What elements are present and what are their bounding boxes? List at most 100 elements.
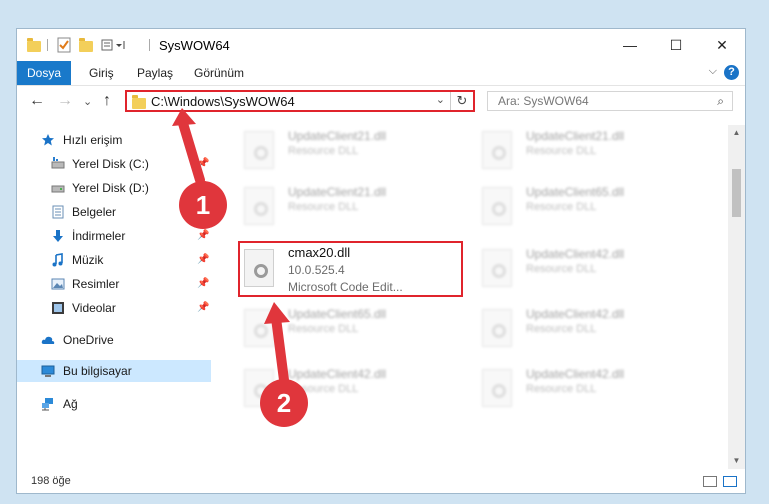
list-item[interactable]: UpdateClient42.dll Resource DLL [240, 363, 460, 417]
scroll-up-icon[interactable]: ▲ [728, 125, 745, 141]
pin-icon: 📌 [197, 206, 210, 217]
sidebar-item-documents[interactable]: Belgeler 📌 [17, 201, 211, 223]
file-name: UpdateClient21.dll [288, 129, 387, 143]
pin-icon: 📌 [197, 158, 210, 169]
file-type: Resource DLL [288, 383, 359, 395]
toolbar-separator [47, 39, 48, 51]
dll-file-icon [482, 131, 512, 169]
sidebar-item-label: İndirmeler [72, 229, 126, 243]
sidebar-item-label: Hızlı erişim [63, 133, 123, 147]
file-type: Resource DLL [288, 201, 359, 213]
tab-file[interactable]: Dosya [17, 61, 71, 85]
maximize-button[interactable]: ☐ [653, 29, 699, 61]
search-icon[interactable]: ⌕ [717, 94, 724, 109]
list-item[interactable]: UpdateClient42.dll Resource DLL [478, 243, 698, 297]
sidebar-item-pictures[interactable]: Resimler 📌 [17, 273, 211, 295]
minimize-button[interactable]: — [607, 29, 653, 61]
file-name: UpdateClient21.dll [526, 129, 625, 143]
dll-file-icon [244, 249, 274, 287]
dll-file-icon [482, 187, 512, 225]
dll-file-icon [244, 187, 274, 225]
up-button[interactable]: ↑ [103, 92, 111, 110]
file-description: Microsoft Code Edit... [288, 280, 403, 294]
drive-icon [51, 185, 65, 193]
scroll-down-icon[interactable]: ▼ [728, 453, 745, 469]
music-icon [52, 253, 63, 267]
list-item[interactable]: UpdateClient65.dll Resource DLL [240, 303, 460, 357]
dll-file-icon [244, 309, 274, 347]
document-icon [52, 205, 64, 219]
item-count: 198 öğe [31, 475, 71, 487]
sidebar-item-network[interactable]: Ağ [17, 393, 211, 415]
close-button[interactable]: ✕ [699, 29, 745, 61]
scroll-thumb[interactable] [732, 169, 741, 217]
refresh-button[interactable]: ↻ [450, 92, 473, 110]
list-item[interactable]: UpdateClient65.dll Resource DLL [478, 181, 698, 235]
file-type: Resource DLL [288, 145, 359, 157]
sidebar-item-label: Müzik [72, 253, 104, 267]
file-type: Resource DLL [526, 383, 597, 395]
selected-file-item[interactable]: cmax20.dll 10.0.525.4 Microsoft Code Edi… [240, 243, 460, 297]
details-view-icon[interactable] [703, 476, 717, 487]
ribbon-tabs: Dosya Giriş Paylaş Görünüm ⌵ ? [17, 61, 745, 86]
properties-icon[interactable] [57, 37, 71, 53]
list-item[interactable]: UpdateClient42.dll Resource DLL [478, 363, 698, 417]
search-input[interactable]: Ara: SysWOW64 [498, 94, 589, 108]
file-type: Resource DLL [526, 145, 597, 157]
ribbon-collapse-icon[interactable]: ⌵ [709, 65, 717, 78]
sidebar-item-music[interactable]: Müzik 📌 [17, 249, 211, 271]
title-bar: SysWOW64 — ☐ ✕ [17, 29, 745, 61]
file-name: UpdateClient65.dll [526, 185, 625, 199]
title-separator [149, 39, 150, 51]
list-item[interactable]: UpdateClient21.dll Resource DLL [478, 125, 698, 179]
sidebar-item-videos[interactable]: Videolar 📌 [17, 297, 211, 319]
sidebar-item-label: Yerel Disk (D:) [72, 181, 149, 195]
sidebar-item-label: Belgeler [72, 205, 117, 219]
address-path[interactable]: C:\Windows\SysWOW64 [151, 94, 295, 109]
large-icons-view-icon[interactable] [723, 476, 737, 487]
dll-file-icon [482, 369, 512, 407]
vertical-scrollbar[interactable]: ▲ ▼ [728, 125, 745, 469]
sidebar-item-label: Videolar [72, 301, 116, 315]
file-type: Resource DLL [526, 263, 597, 275]
file-list: UpdateClient21.dll Resource DLL UpdateCl… [222, 125, 726, 469]
search-box[interactable]: Ara: SysWOW64 ⌕ [487, 91, 733, 111]
download-icon [53, 230, 63, 242]
pin-icon: 📌 [197, 278, 210, 289]
file-version: 10.0.525.4 [288, 263, 345, 277]
forward-button[interactable]: → [57, 92, 73, 110]
file-name: UpdateClient42.dll [526, 307, 625, 321]
tab-share[interactable]: Paylaş [137, 61, 173, 85]
sidebar-item-this-pc[interactable]: Bu bilgisayar [17, 360, 211, 382]
help-icon[interactable]: ? [724, 65, 739, 80]
tab-view[interactable]: Görünüm [194, 61, 244, 85]
sidebar-item-onedrive[interactable]: OneDrive [17, 329, 211, 351]
sidebar-item-quick-access[interactable]: Hızlı erişim [17, 129, 211, 151]
back-button[interactable]: ← [29, 92, 45, 110]
video-icon [52, 302, 64, 314]
dll-file-icon [244, 131, 274, 169]
explorer-window: SysWOW64 — ☐ ✕ Dosya Giriş Paylaş Görünü… [16, 28, 746, 494]
navigation-bar: ← → ⌄ ↑ C:\Windows\SysWOW64 ⌄ ↻ Ara: Sys… [17, 86, 745, 118]
folder-icon [132, 95, 146, 109]
pin-icon: 📌 [197, 230, 210, 241]
sidebar-item-local-disk-c[interactable]: Yerel Disk (C:) 📌 [17, 153, 211, 175]
dll-file-icon [482, 309, 512, 347]
file-name: cmax20.dll [288, 245, 351, 260]
computer-icon [41, 365, 55, 377]
sidebar-item-local-disk-d[interactable]: Yerel Disk (D:) 📌 [17, 177, 211, 199]
address-bar[interactable]: C:\Windows\SysWOW64 ⌄ ↻ [125, 90, 475, 112]
pin-icon: 📌 [197, 254, 210, 265]
list-item[interactable]: UpdateClient21.dll Resource DLL [240, 125, 460, 179]
list-item[interactable]: UpdateClient21.dll Resource DLL [240, 181, 460, 235]
customize-toolbar-icon[interactable] [101, 37, 127, 53]
recent-locations-button[interactable]: ⌄ [83, 95, 92, 108]
tab-home[interactable]: Giriş [89, 61, 114, 85]
pin-icon: 📌 [197, 302, 210, 313]
sidebar-item-label: Resimler [72, 277, 120, 291]
address-dropdown-icon[interactable]: ⌄ [436, 93, 445, 106]
drive-icon [51, 157, 65, 169]
list-item[interactable]: UpdateClient42.dll Resource DLL [478, 303, 698, 357]
sidebar-item-downloads[interactable]: İndirmeler 📌 [17, 225, 211, 247]
file-type: Resource DLL [526, 201, 597, 213]
